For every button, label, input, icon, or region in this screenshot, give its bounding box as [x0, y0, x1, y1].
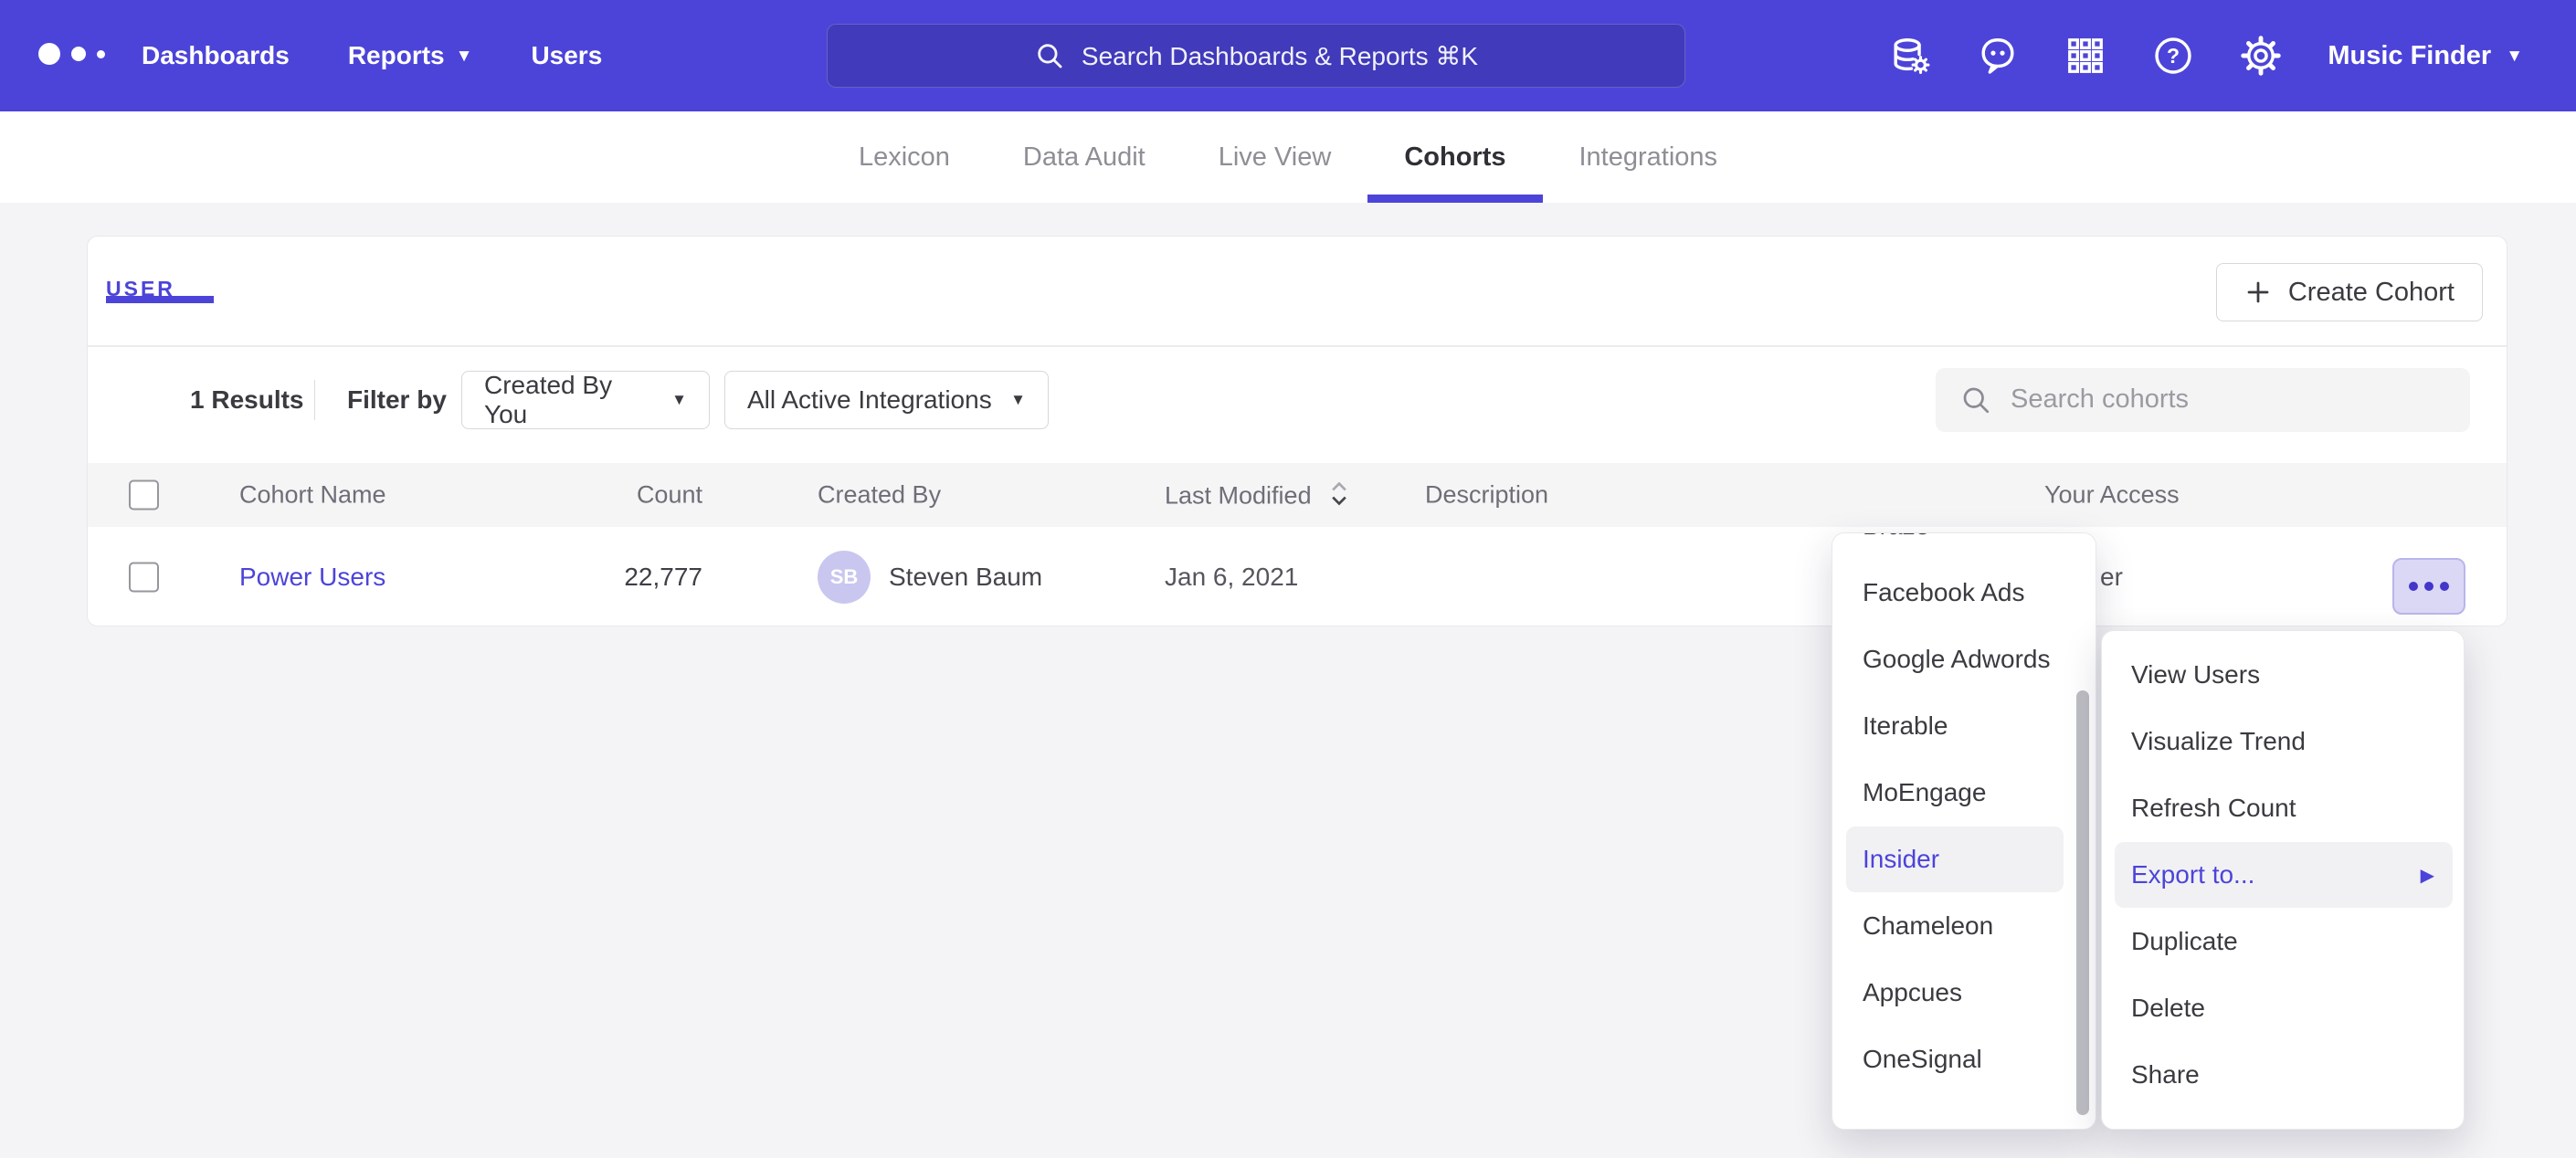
search-icon — [1959, 384, 1992, 416]
create-cohort-button[interactable]: Create Cohort — [2216, 263, 2483, 321]
global-search-placeholder: Search Dashboards & Reports ⌘K — [1082, 41, 1478, 71]
nav-users[interactable]: Users — [531, 41, 602, 70]
divider — [314, 380, 315, 420]
submenu-item-google-adwords[interactable]: Google Adwords — [1846, 626, 2064, 692]
submenu-item-braze[interactable]: Braze — [1846, 532, 2064, 559]
created-by-name: Steven Baum — [889, 563, 1042, 592]
menu-item-export-to[interactable]: Export to... ▶ — [2115, 842, 2453, 908]
more-dots-icon — [2409, 582, 2418, 591]
created-by-filter-value: Created By You — [484, 371, 655, 429]
submenu-item-onesignal[interactable]: OneSignal — [1846, 1026, 2064, 1092]
tab-live-view-label: Live View — [1219, 142, 1332, 173]
cohorts-card: USER Create Cohort 1 Results Filter by C… — [87, 236, 2507, 626]
tab-integrations[interactable]: Integrations — [1543, 111, 1755, 203]
column-created-by: Created By — [818, 481, 941, 510]
tab-lexicon[interactable]: Lexicon — [822, 111, 987, 203]
select-all-checkbox[interactable] — [129, 480, 159, 511]
active-tab-underline — [106, 296, 214, 303]
integrations-filter-dropdown[interactable]: All Active Integrations ▼ — [724, 371, 1049, 429]
nav-dashboards-label: Dashboards — [142, 41, 290, 70]
chevron-down-icon: ▼ — [2506, 47, 2523, 65]
plus-icon — [2244, 279, 2272, 306]
submenu-item-insider[interactable]: Insider — [1846, 826, 2064, 892]
project-switcher[interactable]: Music Finder ▼ — [2328, 41, 2523, 71]
logo-dot-small — [97, 50, 105, 58]
created-by-filter-dropdown[interactable]: Created By You ▼ — [461, 371, 710, 429]
menu-item-duplicate[interactable]: Duplicate — [2115, 909, 2453, 974]
cohort-type-tabs: USER Create Cohort — [88, 237, 2507, 347]
menu-item-refresh-count[interactable]: Refresh Count — [2115, 775, 2453, 841]
table-header: Cohort Name Count Created By Last Modifi… — [88, 463, 2507, 527]
nav-reports[interactable]: Reports ▼ — [348, 41, 473, 70]
submenu-arrow-icon: ▶ — [2421, 864, 2434, 887]
your-access-value: er — [2100, 563, 2123, 592]
logo-dot-medium — [71, 47, 86, 61]
tab-lexicon-label: Lexicon — [859, 142, 950, 173]
avatar-initials: SB — [830, 565, 859, 589]
export-to-submenu: Braze Facebook Ads Google Adwords Iterab… — [1832, 532, 2096, 1130]
tab-cohorts-label: Cohorts — [1404, 142, 1505, 173]
avatar: SB — [818, 551, 871, 604]
table-row: Power Users 22,777 SB Steven Baum Jan 6,… — [88, 527, 2507, 626]
cohort-count: 22,777 — [520, 563, 702, 592]
column-cohort-name: Cohort Name — [239, 481, 386, 510]
tab-data-audit-label: Data Audit — [1023, 142, 1145, 173]
chevron-down-icon: ▼ — [671, 391, 687, 409]
chevron-down-icon: ▼ — [1010, 391, 1026, 409]
row-context-menu: View Users Visualize Trend Refresh Count… — [2101, 630, 2465, 1130]
submenu-item-facebook-ads[interactable]: Facebook Ads — [1846, 560, 2064, 626]
nav-users-label: Users — [531, 41, 602, 70]
row-checkbox[interactable] — [129, 563, 159, 593]
menu-item-view-users[interactable]: View Users — [2115, 642, 2453, 708]
column-description: Description — [1425, 481, 1548, 510]
last-modified-date: Jan 6, 2021 — [1165, 563, 1298, 592]
tab-data-audit[interactable]: Data Audit — [987, 111, 1182, 203]
submenu-scrollbar[interactable] — [2076, 690, 2089, 1115]
cohort-search-input[interactable]: Search cohorts — [1936, 368, 2470, 432]
nav-reports-label: Reports — [348, 41, 445, 70]
navbar-right: ? Music Finder ▼ — [1889, 0, 2523, 111]
project-name: Music Finder — [2328, 41, 2491, 71]
submenu-item-iterable[interactable]: Iterable — [1846, 693, 2064, 759]
row-actions-button[interactable] — [2392, 558, 2465, 615]
data-management-icon[interactable] — [1889, 35, 1931, 77]
column-last-modified[interactable]: Last Modified — [1165, 480, 1349, 511]
menu-item-delete[interactable]: Delete — [2115, 975, 2453, 1041]
tab-integrations-label: Integrations — [1579, 142, 1718, 173]
primary-nav: Dashboards Reports ▼ Users — [142, 0, 602, 111]
tab-cohorts[interactable]: Cohorts — [1367, 111, 1542, 203]
brand-logo-icon[interactable] — [38, 43, 105, 65]
column-your-access: Your Access — [2044, 481, 2180, 510]
results-count: 1 Results — [190, 385, 304, 415]
column-count: Count — [520, 481, 702, 510]
nav-dashboards[interactable]: Dashboards — [142, 41, 290, 70]
integrations-filter-value: All Active Integrations — [747, 385, 992, 415]
submenu-item-appcues[interactable]: Appcues — [1846, 960, 2064, 1026]
chevron-down-icon: ▼ — [456, 47, 473, 65]
tab-user-cohorts[interactable]: USER — [106, 277, 175, 301]
apps-grid-icon[interactable] — [2064, 35, 2106, 77]
logo-dot-large — [38, 43, 60, 65]
create-cohort-label: Create Cohort — [2288, 278, 2455, 308]
cohort-name-link[interactable]: Power Users — [239, 563, 385, 592]
cohort-search-placeholder: Search cohorts — [2011, 384, 2189, 415]
menu-item-share[interactable]: Share — [2115, 1042, 2453, 1108]
global-search-input[interactable]: Search Dashboards & Reports ⌘K — [827, 24, 1685, 88]
section-tabs: Lexicon Data Audit Live View Cohorts Int… — [0, 111, 2576, 203]
feedback-icon[interactable] — [1977, 35, 2019, 77]
settings-gear-icon[interactable] — [2240, 35, 2282, 77]
search-icon — [1034, 40, 1065, 71]
submenu-item-chameleon[interactable]: Chameleon — [1846, 893, 2064, 959]
tab-live-view[interactable]: Live View — [1182, 111, 1368, 203]
help-icon[interactable]: ? — [2152, 35, 2194, 77]
filter-bar: 1 Results Filter by Created By You ▼ All… — [88, 349, 2507, 450]
menu-item-visualize-trend[interactable]: Visualize Trend — [2115, 709, 2453, 774]
filter-by-label: Filter by — [347, 385, 447, 415]
submenu-item-moengage[interactable]: MoEngage — [1846, 760, 2064, 826]
cohorts-page: Dashboards Reports ▼ Users Search Dashbo… — [0, 0, 2576, 1158]
top-navbar: Dashboards Reports ▼ Users Search Dashbo… — [0, 0, 2576, 111]
svg-text:?: ? — [2167, 44, 2180, 68]
sort-icon — [1329, 480, 1349, 508]
column-last-modified-label: Last Modified — [1165, 482, 1312, 510]
